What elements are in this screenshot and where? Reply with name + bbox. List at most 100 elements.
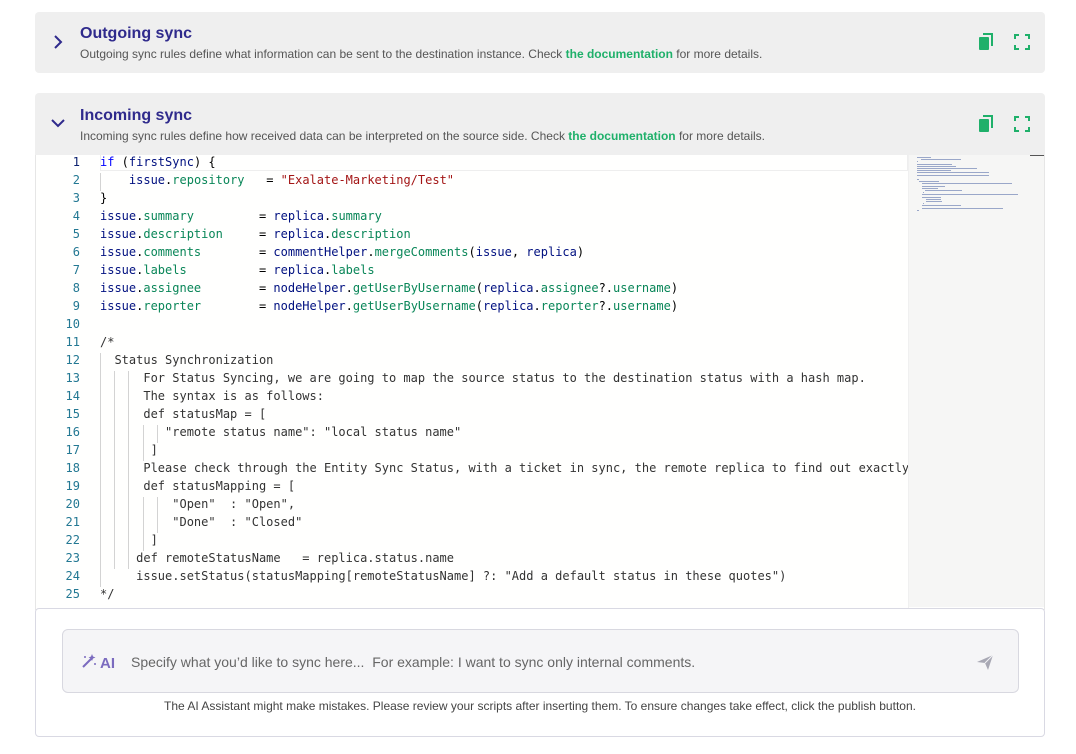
code-minimap[interactable] — [908, 155, 1044, 610]
minimap-line — [918, 181, 939, 183]
line-number: 7 — [72, 263, 80, 277]
code-editor[interactable]: 1 2 3 4 5 6 7 8 9 10 11 12 13 14 15 16 17 18 19 20 21 22 23 24 2… — [35, 155, 1045, 610]
code-line: def statusMap = [ — [100, 407, 267, 421]
incoming-desc-suffix: for more details. — [675, 129, 765, 143]
ai-badge: AI — [81, 653, 115, 673]
outgoing-sync-panel: Outgoing sync Outgoing sync rules define… — [35, 12, 1045, 73]
line-number: 14 — [65, 389, 80, 403]
line-number: 19 — [65, 479, 80, 493]
line-number: 15 — [65, 407, 80, 421]
minimap-line — [917, 168, 978, 169]
line-number: 23 — [65, 551, 80, 565]
minimap-line — [922, 194, 1018, 196]
ai-prompt-box[interactable]: AI — [62, 629, 1019, 693]
line-number: 4 — [72, 209, 80, 223]
code-line: issue.setStatus(statusMapping[remoteStat… — [100, 569, 787, 583]
incoming-sync-description: Incoming sync rules define how received … — [80, 129, 765, 143]
minimap-line — [920, 159, 962, 161]
outgoing-sync-description: Outgoing sync rules define what informat… — [80, 47, 762, 61]
minimap-line — [917, 161, 918, 163]
outgoing-sync-title[interactable]: Outgoing sync — [80, 25, 192, 43]
send-icon[interactable] — [975, 652, 995, 672]
incoming-desc-text: Incoming sync rules define how received … — [80, 129, 569, 143]
code-line: "Open" : "Open", — [100, 497, 296, 511]
ai-disclaimer: The AI Assistant might make mistakes. Pl… — [164, 699, 916, 713]
line-number: 10 — [65, 317, 80, 331]
minimap-line — [917, 174, 989, 176]
line-number: 9 — [72, 299, 80, 313]
line-number: 18 — [65, 461, 80, 475]
line-number: 2 — [72, 173, 80, 187]
chevron-right-icon[interactable] — [49, 33, 67, 51]
minimap-line — [917, 170, 952, 172]
code-line: issue.summary = replica.summary — [100, 209, 382, 223]
code-line: The syntax is as follows: — [100, 389, 324, 403]
line-number: 16 — [65, 425, 80, 439]
minimap-line — [917, 165, 956, 167]
ai-label: AI — [100, 654, 115, 672]
minimap-line — [922, 196, 942, 198]
fullscreen-icon[interactable] — [1012, 32, 1032, 52]
ai-prompt-input[interactable] — [131, 651, 951, 673]
code-line: /* — [100, 335, 115, 349]
line-number: 3 — [72, 191, 80, 205]
code-line: For Status Syncing, we are going to map … — [100, 371, 866, 385]
incoming-sync-title[interactable]: Incoming sync — [80, 107, 192, 125]
fullscreen-icon[interactable] — [1012, 114, 1032, 134]
code-line: issue.reporter = nodeHelper.getUserByUse… — [100, 299, 679, 313]
minimap-line — [922, 187, 938, 189]
code-line: def statusMapping = [ — [100, 479, 296, 493]
code-line: issue.description = replica.description — [100, 227, 411, 241]
minimap-line — [925, 190, 962, 191]
code-line: issue.assignee = nodeHelper.getUserByUse… — [100, 281, 679, 295]
incoming-documentation-link[interactable]: the documentation — [568, 129, 675, 143]
chevron-down-icon[interactable] — [49, 114, 67, 132]
minimap-line — [917, 157, 932, 158]
minimap-line — [917, 163, 953, 165]
minimap-line — [922, 183, 1013, 185]
line-number: 1 — [72, 155, 80, 169]
code-line: issue.repository = "Exalate-Marketing/Te… — [128, 173, 455, 187]
code-line: ] — [100, 443, 158, 457]
code-line: Status Synchronization — [100, 353, 274, 367]
line-number: 24 — [65, 569, 80, 583]
line-number: 8 — [72, 281, 80, 295]
minimap-line — [923, 192, 925, 194]
code-line: "remote status name": "local status name… — [100, 425, 462, 439]
outgoing-desc-suffix: for more details. — [672, 47, 763, 61]
copy-icon[interactable] — [976, 32, 996, 52]
code-line: */ — [100, 587, 115, 601]
code-line: issue.comments = commentHelper.mergeComm… — [100, 245, 585, 259]
minimap-line — [926, 198, 942, 200]
minimap-line — [926, 201, 943, 202]
minimap-line — [923, 203, 925, 205]
code-line: } — [100, 191, 108, 205]
line-number: 11 — [65, 335, 80, 349]
ai-assistant-panel: AI The AI Assistant might make mistakes.… — [35, 608, 1045, 737]
copy-icon[interactable] — [976, 114, 996, 134]
line-number: 12 — [65, 353, 80, 367]
minimap-slider[interactable] — [909, 155, 1044, 607]
line-number: 17 — [65, 443, 80, 457]
line-number: 13 — [65, 371, 80, 385]
code-line: def remoteStatusName = replica.status.na… — [100, 551, 455, 565]
code-area[interactable]: if (firstSync) { issue.repository = "Exa… — [100, 155, 910, 610]
line-number: 22 — [65, 533, 80, 547]
code-line: "Done" : "Closed" — [100, 515, 303, 529]
minimap-line — [917, 179, 919, 180]
line-number: 5 — [72, 227, 80, 241]
line-number: 6 — [72, 245, 80, 259]
outgoing-desc-text: Outgoing sync rules define what informat… — [80, 47, 566, 61]
incoming-sync-panel: Incoming sync Incoming sync rules define… — [35, 93, 1045, 155]
line-number-gutter: 1 2 3 4 5 6 7 8 9 10 11 12 13 14 15 16 17 18 19 20 21 22 23 24 2… — [36, 155, 80, 610]
minimap-line — [921, 205, 962, 207]
scroll-position-indicator — [1030, 155, 1044, 156]
minimap-line — [917, 209, 919, 211]
outgoing-documentation-link[interactable]: the documentation — [566, 47, 673, 61]
line-number: 25 — [65, 587, 80, 601]
line-number: 20 — [65, 497, 80, 511]
code-line: if (firstSync) { — [100, 155, 216, 169]
minimap-line — [917, 172, 989, 174]
code-line: issue.labels = replica.labels — [100, 263, 375, 277]
code-line: Please check through the Entity Sync Sta… — [100, 461, 910, 475]
